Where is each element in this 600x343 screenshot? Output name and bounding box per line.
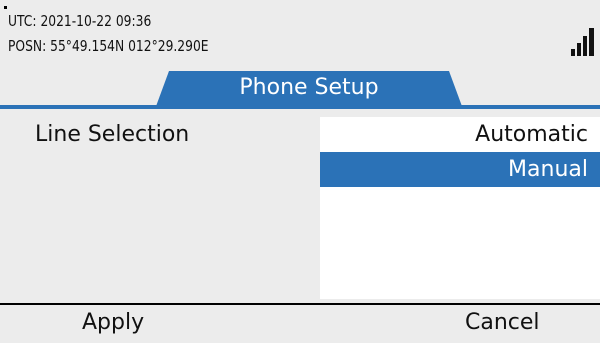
status-bar: UTC: 2021-10-22 09:36 POSN: 55°49.154N 0…: [0, 0, 600, 62]
tab-phone-setup[interactable]: Phone Setup: [155, 73, 463, 103]
softkey-bar: Apply Cancel: [0, 306, 600, 343]
indicator-dot: [4, 6, 7, 9]
line-selection-label: Line Selection: [35, 122, 190, 147]
signal-strength-icon: [571, 28, 594, 56]
option-automatic[interactable]: Automatic: [320, 117, 600, 152]
option-manual[interactable]: Manual: [320, 152, 600, 187]
position-readout: POSN: 55°49.154N 012°29.290E: [8, 37, 209, 55]
utc-time: UTC: 2021-10-22 09:36: [8, 12, 152, 30]
apply-button[interactable]: Apply: [82, 310, 144, 335]
form-content: Line Selection Automatic Manual: [0, 109, 600, 299]
cancel-button[interactable]: Cancel: [465, 310, 540, 335]
tab-bar: Phone Setup: [0, 64, 600, 109]
line-selection-list: Automatic Manual: [320, 117, 600, 299]
softkey-divider: [0, 303, 600, 305]
